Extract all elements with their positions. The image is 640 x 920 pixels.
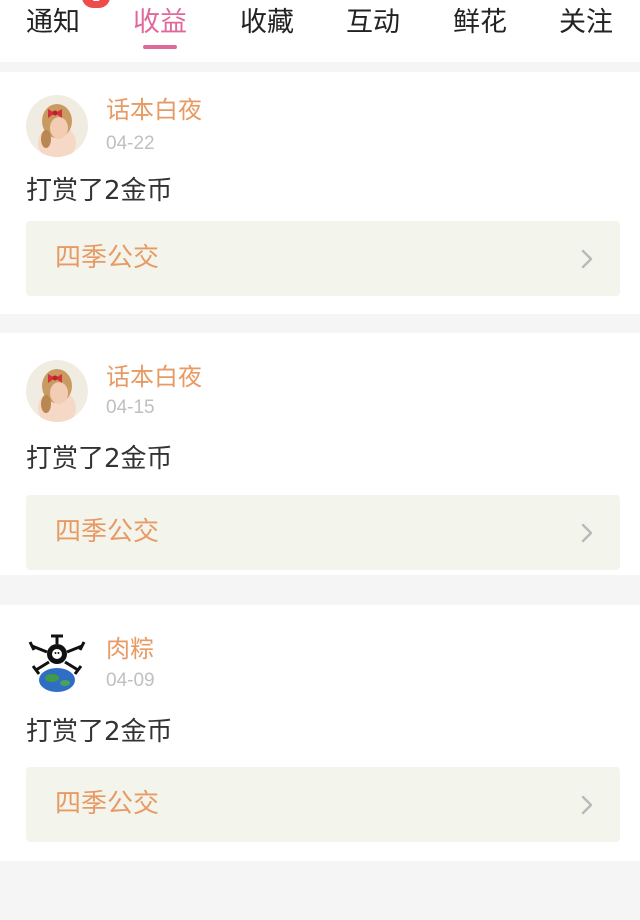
avatar-girl-icon bbox=[26, 360, 88, 422]
reward-date: 04-22 bbox=[106, 133, 155, 154]
user-avatar[interactable] bbox=[26, 632, 88, 694]
work-title: 四季公交 bbox=[55, 517, 160, 547]
work-link[interactable]: 四季公交 bbox=[26, 767, 620, 842]
tab-earnings[interactable]: 收益 bbox=[133, 0, 187, 52]
tab-bar: 通知 1 收益 收藏 互动 鲜花 关注 bbox=[0, 0, 640, 62]
tab-label: 收藏 bbox=[240, 7, 294, 38]
reward-date: 04-09 bbox=[106, 670, 155, 691]
avatar-globe-icon bbox=[26, 632, 88, 694]
user-avatar[interactable] bbox=[26, 95, 88, 157]
reward-message: 打赏了2金币 bbox=[26, 444, 173, 474]
reward-card: 肉粽 04-09 打赏了2金币 四季公交 bbox=[0, 605, 640, 861]
unread-badge: 1 bbox=[82, 0, 110, 8]
reward-message: 打赏了2金币 bbox=[26, 176, 173, 206]
work-link[interactable]: 四季公交 bbox=[26, 221, 620, 296]
tab-label: 关注 bbox=[559, 7, 613, 38]
reward-card: 话本白夜 04-22 打赏了2金币 四季公交 bbox=[0, 72, 640, 314]
tab-favorites[interactable]: 收藏 bbox=[240, 0, 294, 52]
tab-label: 互动 bbox=[346, 7, 400, 38]
avatar-girl-icon bbox=[26, 95, 88, 157]
tab-label: 鲜花 bbox=[453, 7, 507, 38]
tab-interactions[interactable]: 互动 bbox=[346, 0, 400, 52]
work-title: 四季公交 bbox=[55, 243, 160, 273]
tab-following[interactable]: 关注 bbox=[559, 0, 613, 52]
tab-flowers[interactable]: 鲜花 bbox=[453, 0, 507, 52]
username[interactable]: 话本白夜 bbox=[106, 361, 202, 393]
work-link[interactable]: 四季公交 bbox=[26, 495, 620, 570]
username[interactable]: 话本白夜 bbox=[106, 94, 202, 126]
username[interactable]: 肉粽 bbox=[106, 633, 154, 665]
chevron-right-icon bbox=[581, 523, 593, 543]
work-title: 四季公交 bbox=[55, 789, 160, 819]
reward-message: 打赏了2金币 bbox=[26, 717, 173, 747]
chevron-right-icon bbox=[581, 249, 593, 269]
user-avatar[interactable] bbox=[26, 360, 88, 422]
chevron-right-icon bbox=[581, 795, 593, 815]
active-tab-indicator bbox=[143, 45, 177, 49]
tab-label: 收益 bbox=[133, 7, 187, 38]
tab-notifications[interactable]: 通知 1 bbox=[26, 0, 110, 52]
reward-date: 04-15 bbox=[106, 397, 155, 418]
tab-label: 通知 bbox=[26, 7, 80, 38]
reward-card: 话本白夜 04-15 打赏了2金币 四季公交 bbox=[0, 333, 640, 575]
